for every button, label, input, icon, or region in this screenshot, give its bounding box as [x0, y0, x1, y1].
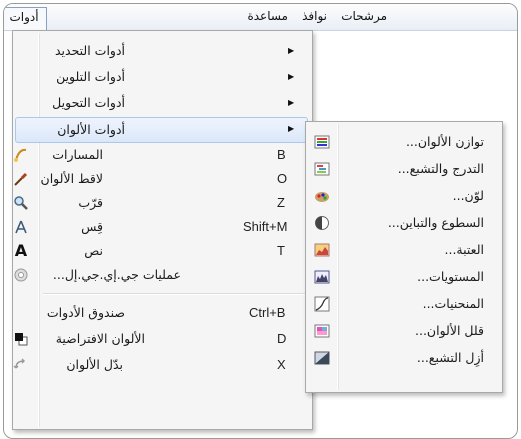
menu-item-label: السطوع والتباين... [387, 215, 484, 230]
menu-tools[interactable]: أدوات [4, 7, 47, 30]
shortcut: Ctrl+B [249, 305, 286, 320]
menu-item-label: المستويات... [417, 269, 484, 284]
swap-colors-icon [13, 357, 29, 373]
shortcut: O [277, 171, 288, 186]
submenu-item-posterize[interactable]: قلل الألوان... [308, 319, 498, 343]
submenu-arrow-icon: ▶ [288, 98, 295, 107]
shortcut: B [277, 147, 286, 162]
shortcut: Shift+M [243, 219, 288, 234]
shortcut: Z [277, 195, 285, 210]
menu-item-label: قِس [81, 219, 103, 234]
menu-item-text[interactable]: T نص A [15, 239, 308, 263]
menu-item-selection-tools[interactable]: ▶ أدوات التحديد [15, 39, 308, 63]
menu-item-label: الألوان الافتراضية [55, 331, 145, 346]
menu-item-label: قرّب [78, 195, 103, 210]
submenu-arrow-icon: ▶ [288, 72, 295, 81]
threshold-icon [314, 242, 330, 258]
gegl-icon [13, 267, 29, 283]
menu-item-label: عمليات جي.إي.جي.إل... [52, 267, 181, 282]
submenu-arrow-icon: ▶ [288, 124, 295, 133]
menu-item-label: لوّن... [452, 188, 484, 203]
menu-item-default-colors[interactable]: D الألوان الافتراضية [15, 327, 308, 351]
text-icon: A [14, 241, 28, 260]
menubar: مساعدة نوافذ مرشحات أدوات [4, 4, 517, 31]
desaturate-icon [314, 350, 330, 366]
levels-icon [314, 269, 330, 285]
menu-item-paint-tools[interactable]: ▶ أدوات التلوين [15, 65, 308, 89]
menu-item-label: بدّل الألوان [66, 357, 123, 372]
submenu-item-desaturate[interactable]: أزِل التشبع... [308, 346, 498, 370]
menu-item-label: نص [84, 243, 103, 258]
menu-item-paths[interactable]: B المسارات [13, 143, 308, 167]
submenu-item-colorize[interactable]: لوّن... [308, 184, 498, 208]
menu-item-label: قلل الألوان... [415, 323, 484, 338]
submenu-item-color-balance[interactable]: توازن الألوان... [308, 130, 498, 154]
menu-item-swap-colors[interactable]: X بدّل الألوان [13, 353, 308, 377]
separator [43, 293, 307, 295]
menu-item-zoom[interactable]: Z قرّب [13, 191, 308, 215]
hue-saturation-icon [314, 161, 330, 177]
menu-item-label: التدرج والتشبع... [397, 161, 484, 176]
default-colors-icon [13, 331, 29, 347]
menu-item-measure[interactable]: Shift+M قِس [15, 215, 308, 239]
menu-item-label: أزِل التشبع... [416, 350, 484, 365]
menu-item-label: صندوق الأدوات [46, 305, 125, 320]
shortcut: D [277, 331, 287, 346]
tools-menu: ▶ أدوات التحديد ▶ أدوات التلوين ▶ أدوات … [12, 30, 313, 430]
menu-windows[interactable]: نوافذ [297, 7, 332, 26]
menu-help[interactable]: مساعدة [242, 7, 293, 26]
color-picker-icon [13, 171, 29, 187]
menu-item-label: أدوات التحديد [54, 43, 125, 58]
menu-item-label: المسارات [52, 147, 103, 162]
menu-item-color-picker[interactable]: O لاقط الألوان [13, 167, 308, 191]
paths-icon [13, 147, 29, 163]
color-tools-submenu: توازن الألوان... التدرج والتشبع... لوّن.… [305, 121, 503, 393]
menu-item-label: أدوات الألوان [57, 122, 125, 137]
menu-item-label: أدوات التلوين [56, 69, 125, 84]
submenu-item-brightness-contrast[interactable]: السطوع والتباين... [308, 211, 498, 235]
submenu-item-curves[interactable]: المنحنيات... [308, 292, 498, 316]
menu-item-transform-tools[interactable]: ▶ أدوات التحويل [15, 91, 308, 115]
menu-item-label: توازن الألوان... [405, 134, 484, 149]
app-window: مساعدة نوافذ مرشحات أدوات ▶ أدوات التحدي… [3, 3, 518, 439]
zoom-icon [13, 195, 29, 211]
menu-item-color-tools[interactable]: ▶ أدوات الألوان [15, 117, 308, 143]
brightness-contrast-icon [314, 215, 330, 231]
submenu-item-threshold[interactable]: العتبة... [308, 238, 498, 262]
shortcut: X [277, 357, 286, 372]
submenu-item-hue-saturation[interactable]: التدرج والتشبع... [308, 157, 498, 181]
submenu-arrow-icon: ▶ [288, 46, 295, 55]
menu-item-label: لاقط الألوان [40, 171, 103, 186]
color-balance-icon [314, 134, 330, 150]
colorize-icon [314, 188, 330, 204]
posterize-icon [314, 323, 330, 339]
menu-item-label: أدوات التحويل [52, 95, 125, 110]
menu-item-gegl-operation[interactable]: عمليات جي.إي.جي.إل... [13, 263, 308, 287]
measure-icon [13, 219, 29, 235]
shortcut: T [277, 243, 285, 258]
menu-item-label: المنحنيات... [422, 296, 484, 311]
curves-icon [314, 296, 330, 312]
menu-filters[interactable]: مرشحات [336, 7, 392, 26]
submenu-item-levels[interactable]: المستويات... [308, 265, 498, 289]
menu-item-label: العتبة... [444, 242, 484, 257]
menu-item-toolbox[interactable]: Ctrl+B صندوق الأدوات [15, 301, 308, 325]
